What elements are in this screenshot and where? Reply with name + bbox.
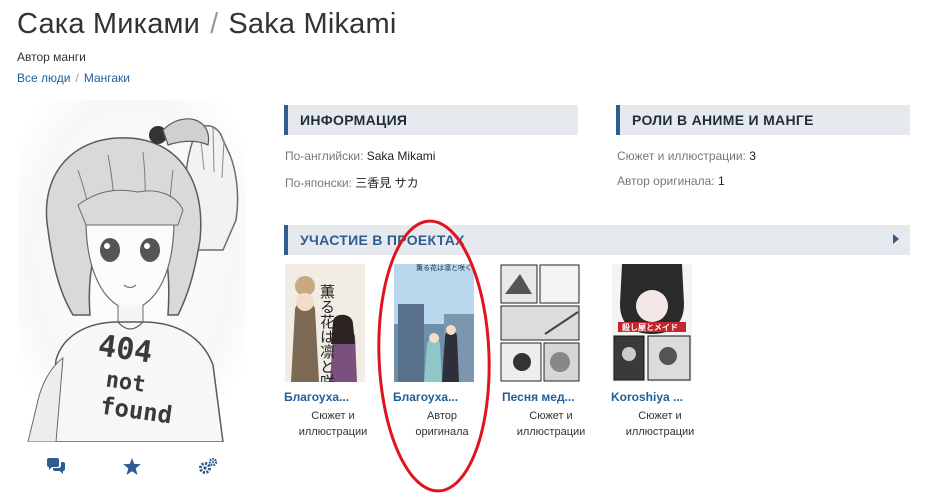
info-japanese-name: По-японски: 三香見 サカ: [285, 174, 419, 191]
person-actions: [18, 456, 246, 476]
roles-heading-text: РОЛИ В АНИМЕ И МАНГЕ: [632, 112, 814, 128]
project-cover-image: 薫る花は凛と咲く: [285, 264, 365, 382]
person-photo-illustration: 404 not found: [18, 100, 246, 442]
project-role-line1: Сюжет и: [529, 410, 573, 422]
role-original-author-count: 1: [717, 174, 725, 188]
breadcrumb: Все люди / Мангаки: [17, 71, 130, 85]
project-card: 薫る花は凛と咲く Благоуха... Сюжет и иллюстрации: [279, 264, 387, 440]
title-separator: /: [210, 8, 219, 40]
info-english-label: По-английски:: [285, 149, 364, 163]
info-heading-text: ИНФОРМАЦИЯ: [300, 112, 408, 128]
project-title-link[interactable]: Koroshiya ...: [606, 390, 714, 404]
project-cover-title: 薫る花は凛と咲く: [416, 264, 472, 272]
project-role-line2: оригинала: [415, 426, 469, 438]
favorite-button[interactable]: [112, 456, 152, 476]
project-cover[interactable]: [500, 264, 580, 382]
project-role-line2: иллюстрации: [516, 426, 586, 438]
star-icon: [123, 457, 141, 475]
project-role-line1: Сюжет и: [638, 410, 682, 422]
info-english-name: По-английски: Saka Mikami: [285, 149, 435, 163]
breadcrumb-separator: /: [75, 71, 79, 85]
page-title: Сака Миками / Saka Mikami: [17, 8, 397, 41]
project-role-line2: иллюстрации: [298, 426, 368, 438]
project-role-line2: иллюстрации: [625, 426, 695, 438]
project-cover-image: [500, 264, 580, 382]
role-original-author: Автор оригинала: 1: [617, 174, 725, 188]
info-japanese-value: 三香見 サカ: [355, 176, 419, 190]
project-title-link[interactable]: Благоуха...: [388, 390, 496, 404]
settings-button[interactable]: [188, 456, 228, 476]
project-role-line1: Автор: [426, 410, 458, 422]
person-photo: 404 not found: [18, 100, 246, 442]
gears-icon: [199, 458, 218, 474]
projects-section-heading[interactable]: УЧАСТИЕ В ПРОЕКТАХ: [284, 225, 910, 255]
role-story-art-label: Сюжет и иллюстрации:: [617, 149, 746, 163]
title-russian: Сака Миками: [17, 8, 201, 40]
project-card: 薫る花は凛と咲く Благоуха... Автор оригинала: [388, 264, 496, 440]
project-cover-image: 殺し屋とメイド: [612, 264, 692, 382]
project-cover[interactable]: 薫る花は凛と咲く: [394, 264, 474, 382]
project-cover-image: 薫る花は凛と咲く: [394, 264, 474, 382]
project-title-link[interactable]: Песня мед...: [497, 390, 605, 404]
title-english: Saka Mikami: [228, 8, 397, 40]
roles-section-heading: РОЛИ В АНИМЕ И МАНГЕ: [616, 105, 910, 135]
project-cover-title: 殺し屋とメイド: [621, 322, 678, 332]
role-story-art-count: 3: [749, 149, 756, 163]
breadcrumb-mangaka[interactable]: Мангаки: [84, 71, 130, 85]
project-role-line1: Сюжет и: [311, 410, 355, 422]
page-subtitle: Автор манги: [17, 50, 86, 64]
project-cover[interactable]: 薫る花は凛と咲く: [285, 264, 365, 382]
shirt-text-404: 404: [96, 328, 155, 370]
project-card: 殺し屋とメイド Koroshiya ... Сюжет и иллюстраци…: [606, 264, 714, 440]
comments-icon: [47, 458, 65, 474]
info-japanese-label: По-японски:: [285, 176, 352, 190]
role-original-author-label: Автор оригинала:: [617, 174, 715, 188]
projects-more-arrow-icon[interactable]: [893, 234, 899, 244]
info-section-heading: ИНФОРМАЦИЯ: [284, 105, 578, 135]
role-story-art: Сюжет и иллюстрации: 3: [617, 149, 756, 163]
project-cover-title: 薫る花は凛と咲く: [318, 284, 336, 382]
breadcrumb-all-people[interactable]: Все люди: [17, 71, 70, 85]
project-title-link[interactable]: Благоуха...: [279, 390, 387, 404]
info-english-value: Saka Mikami: [366, 149, 436, 163]
projects-heading-text: УЧАСТИЕ В ПРОЕКТАХ: [300, 232, 465, 248]
project-card: Песня мед... Сюжет и иллюстрации: [497, 264, 605, 440]
comments-button[interactable]: [36, 456, 76, 476]
project-cover[interactable]: 殺し屋とメイド: [612, 264, 692, 382]
